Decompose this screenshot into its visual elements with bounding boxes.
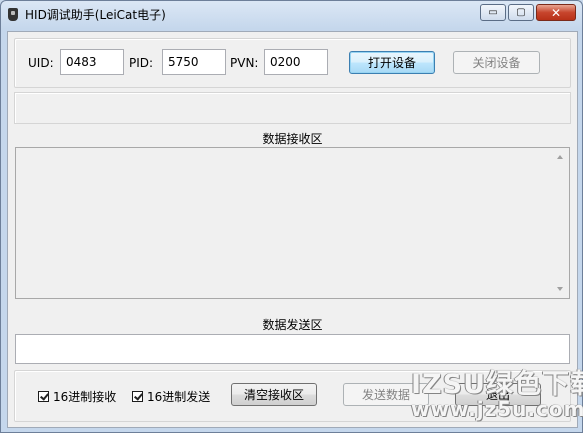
watermark-line2: www.jz5u.com [411, 397, 583, 421]
pid-input[interactable] [162, 49, 226, 75]
watermark: IZSU绿色下载 www.jz5u.com [411, 362, 583, 426]
window-title: HID调试助手(LeiCat电子) [25, 8, 166, 22]
close-icon: ✕ [550, 5, 562, 20]
title-bar[interactable]: HID调试助手(LeiCat电子) ▭ ▢ ✕ [1, 1, 582, 27]
uid-input[interactable] [60, 49, 124, 75]
watermark-line1: IZSU绿色下载 [411, 369, 583, 400]
receive-textarea[interactable] [15, 147, 570, 299]
maximize-button[interactable]: ▢ [508, 4, 534, 21]
hex-receive-checkbox[interactable]: 16进制接收 [38, 388, 116, 405]
hex-send-check-icon[interactable] [132, 391, 143, 402]
close-button[interactable]: ✕ [536, 4, 576, 21]
hex-send-checkbox[interactable]: 16进制发送 [132, 388, 210, 405]
hex-receive-check-icon[interactable] [38, 391, 49, 402]
app-icon [8, 8, 18, 21]
clear-receive-button[interactable]: 清空接收区 [231, 383, 317, 406]
scroll-up-icon[interactable] [557, 155, 563, 159]
caption-buttons: ▭ ▢ ✕ [478, 4, 576, 21]
send-input[interactable] [15, 334, 570, 364]
pvn-label: PVN: [230, 56, 259, 70]
maximize-icon: ▢ [516, 7, 526, 18]
hex-send-label: 16进制发送 [147, 390, 211, 404]
receive-scrollbar[interactable] [552, 148, 569, 298]
pid-label: PID: [129, 56, 154, 70]
hex-receive-label: 16进制接收 [53, 390, 117, 404]
minimize-icon: ▭ [488, 7, 498, 18]
pvn-input[interactable] [264, 49, 328, 75]
minimize-button[interactable]: ▭ [480, 4, 506, 21]
uid-label: UID: [28, 56, 54, 70]
send-area-title: 数据发送区 [262, 318, 323, 332]
receive-area-title: 数据接收区 [262, 132, 323, 146]
scroll-down-icon[interactable] [557, 287, 563, 291]
close-device-button[interactable]: 关闭设备 [453, 51, 540, 74]
open-device-button[interactable]: 打开设备 [349, 51, 435, 74]
status-panel [14, 92, 571, 124]
